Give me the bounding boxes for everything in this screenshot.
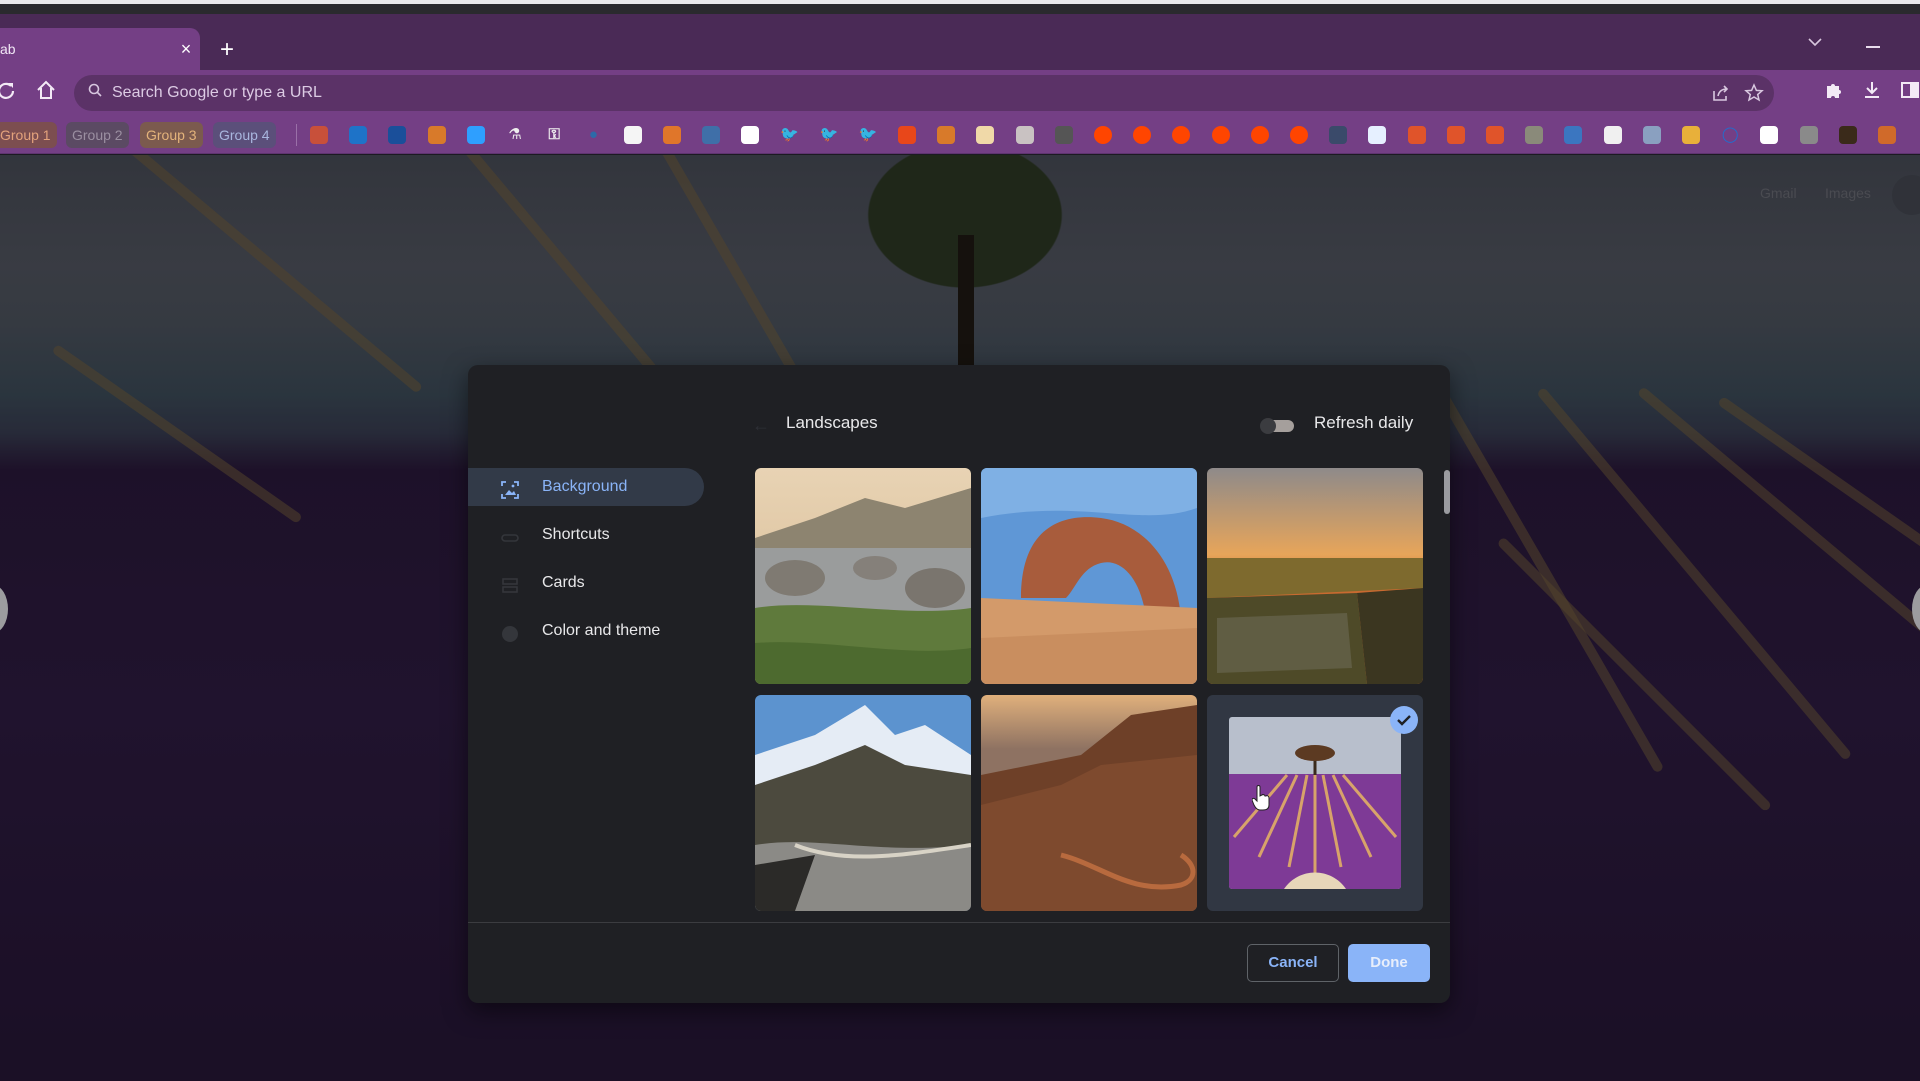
grid-bookmark-icon[interactable]: [1486, 126, 1504, 144]
m-bookmark-icon[interactable]: [1564, 126, 1583, 144]
bookmark-group-3[interactable]: Group 3: [140, 122, 203, 148]
wix-bookmark-icon[interactable]: [741, 126, 760, 144]
bulb-bookmark-icon[interactable]: [976, 126, 995, 144]
onedrive-bookmark-icon[interactable]: [388, 126, 407, 144]
cancel-button[interactable]: Cancel: [1247, 944, 1339, 982]
on-bookmark-icon[interactable]: ●: [584, 126, 602, 144]
palette-icon: [500, 621, 520, 642]
sidebar-item-label: Shortcuts: [542, 526, 610, 543]
refresh-daily-toggle[interactable]: [1260, 418, 1296, 434]
refresh-daily-label: Refresh daily: [1314, 413, 1414, 432]
sidebar-item-label: Background: [542, 478, 628, 495]
side-panel-icon[interactable]: [1898, 80, 1920, 107]
app-bookmark-icon[interactable]: [427, 126, 446, 144]
blue-circle-bookmark-icon[interactable]: ◯: [1721, 126, 1739, 144]
reddit-bookmark-icon[interactable]: [1290, 126, 1308, 144]
window-top-edge: [0, 0, 1920, 14]
owl-bookmark-icon[interactable]: [1368, 126, 1387, 144]
omnibox-input[interactable]: [112, 75, 1612, 111]
collection-title: Landscapes: [786, 413, 878, 432]
sidebar-item-label: Cards: [542, 574, 585, 591]
aue-bookmark-icon[interactable]: [1603, 126, 1622, 144]
sidebar-item-color-and-theme[interactable]: Color and theme: [468, 612, 704, 650]
twitter-bookmark-icon[interactable]: 🐦: [820, 126, 839, 144]
gear-bookmark-icon[interactable]: [1054, 126, 1073, 144]
background-tile-lavender-field-tree[interactable]: [1207, 695, 1423, 911]
active-tab[interactable]: ab ×: [0, 28, 200, 70]
bookmark-group-2[interactable]: Group 2: [66, 122, 129, 148]
footer-divider: [468, 922, 1450, 923]
chip-bookmark-icon[interactable]: [1799, 126, 1818, 144]
background-grid: [755, 468, 1427, 918]
sidebar-item-shortcuts[interactable]: Shortcuts: [468, 516, 704, 554]
background-tile-winding-road-valley[interactable]: [981, 695, 1197, 911]
bookmarks-separator: [296, 124, 297, 146]
download-icon[interactable]: [1860, 80, 1884, 107]
sidebar-item-label: Color and theme: [542, 622, 661, 639]
grid-bookmark-icon[interactable]: [1446, 126, 1465, 144]
sidebar-item-cards[interactable]: Cards: [468, 564, 704, 602]
bookmarks-bar: Group 1 Group 2 Group 3 Group 4 ⚗ ⚿ ● 🐦 🐦 🐦 ◯: [0, 118, 1920, 154]
background-tile-desert-arch[interactable]: [981, 468, 1197, 684]
browser-toolbar: [0, 70, 1920, 118]
figure-bookmark-icon[interactable]: [1878, 126, 1896, 144]
flask-bookmark-icon[interactable]: ⚗: [506, 126, 524, 144]
key-bookmark-icon[interactable]: ⚿: [545, 126, 563, 144]
reddit-bookmark-icon[interactable]: [1250, 126, 1269, 144]
extensions-puzzle-icon[interactable]: [1822, 80, 1846, 107]
twitter-bookmark-icon[interactable]: 🐦: [780, 126, 799, 144]
customize-chrome-dialog: Background Shortcuts Cards Color and theme …: [468, 365, 1450, 1003]
selected-check-icon: [1390, 706, 1418, 734]
calendar-bookmark-icon[interactable]: [310, 126, 328, 144]
monitor-bookmark-icon[interactable]: [1329, 126, 1348, 144]
tab-close-icon[interactable]: ×: [176, 28, 196, 70]
building-bookmark-icon[interactable]: [1642, 126, 1661, 144]
disqus-bookmark-icon[interactable]: [466, 126, 485, 144]
n-bookmark-icon[interactable]: [702, 126, 720, 144]
ten-bookmark-icon[interactable]: [937, 126, 956, 144]
wtf-bookmark-icon[interactable]: [1525, 126, 1544, 144]
bookmark-group-1[interactable]: Group 1: [0, 122, 57, 148]
circle-bookmark-icon[interactable]: [662, 126, 681, 144]
grid-bookmark-icon[interactable]: [1407, 126, 1426, 144]
background-tile-snowy-mountain[interactable]: [755, 695, 971, 911]
cloud-bookmark-icon[interactable]: [1211, 126, 1230, 144]
bookmark-group-4[interactable]: Group 4: [213, 122, 276, 148]
o-bookmark-icon[interactable]: [1760, 126, 1779, 144]
sidebar-item-background[interactable]: Background: [468, 468, 704, 506]
image-icon: [500, 477, 520, 499]
ufo-bookmark-icon[interactable]: [1838, 126, 1857, 144]
reddit-bookmark-icon[interactable]: [1133, 126, 1152, 144]
twitter-bookmark-icon[interactable]: 🐦: [859, 126, 878, 144]
reload-icon[interactable]: [0, 80, 18, 107]
background-tile-canyon-sunset[interactable]: [1207, 468, 1423, 684]
minimize-window-icon[interactable]: [1866, 46, 1880, 48]
search-icon: [88, 83, 102, 97]
done-button[interactable]: Done: [1348, 944, 1430, 982]
tab-strip: ab × +: [0, 14, 1920, 70]
arrows-bookmark-icon[interactable]: [1682, 126, 1700, 144]
glass-bookmark-icon[interactable]: [1015, 126, 1034, 144]
cards-icon: [500, 573, 520, 593]
share-icon[interactable]: [1711, 83, 1731, 108]
home-icon[interactable]: [34, 80, 58, 107]
omnibox[interactable]: [74, 75, 1774, 111]
back-arrow-icon[interactable]: ←: [752, 415, 770, 436]
reddit-bookmark-icon[interactable]: [1172, 126, 1191, 144]
new-tab-button[interactable]: +: [220, 36, 234, 64]
background-tile-rocky-lake[interactable]: [755, 468, 971, 684]
bookmark-star-icon[interactable]: [1744, 83, 1764, 108]
hand-pointer-cursor-icon: [1252, 785, 1270, 811]
reddit-bookmark-icon[interactable]: [1094, 126, 1112, 144]
outlook-bookmark-icon[interactable]: [349, 126, 368, 144]
tab-title: ab: [0, 41, 16, 57]
grid-scrollbar[interactable]: [1444, 470, 1450, 514]
tab-search-chevron-icon[interactable]: [1808, 34, 1822, 52]
link-icon: [500, 525, 520, 545]
youtube-bookmark-icon[interactable]: [898, 126, 916, 144]
toggle-knob: [1260, 418, 1276, 434]
w-bookmark-icon[interactable]: [623, 126, 642, 144]
